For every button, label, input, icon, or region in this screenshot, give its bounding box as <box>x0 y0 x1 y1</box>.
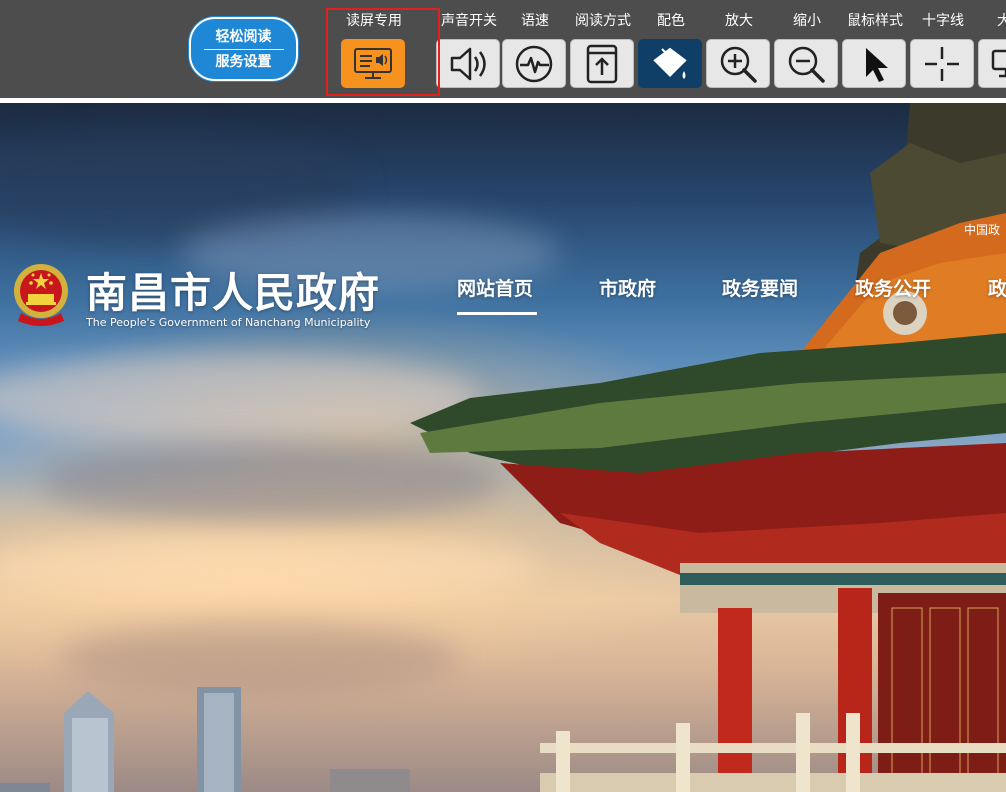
zoom-in-icon <box>720 46 757 83</box>
tool-zoom-in: 放大 <box>706 8 772 90</box>
speech-speed-button[interactable] <box>502 39 566 88</box>
nav-item-city-government[interactable]: 市政府 <box>599 274 656 301</box>
color-scheme-button[interactable] <box>638 39 702 88</box>
settings-divider <box>203 48 284 50</box>
reading-mode-icon <box>586 44 618 83</box>
large-text-icon <box>991 49 1006 77</box>
crosshair-button[interactable] <box>910 39 974 88</box>
site-title: 南昌市人民政府 <box>86 269 380 317</box>
top-link[interactable]: 中国政 <box>964 221 1000 238</box>
nav-active-underline <box>457 312 537 315</box>
tool-reading-mode: 阅读方式 <box>570 8 636 90</box>
tool-zoom-out: 缩小 <box>774 8 840 90</box>
hero-banner: 中国政 南昌市人民政府 The People's Government of N… <box>0 103 1006 792</box>
tool-color-scheme: 配色 <box>638 8 704 90</box>
accessibility-toolbar: 轻松阅读 服务设置 读屏专用 声音开关 语速 阅读方式 配色 放大 缩小 鼠标样… <box>0 0 1006 98</box>
tool-cursor-style: 鼠标样式 <box>842 8 908 90</box>
selected-tool-highlight <box>326 8 440 96</box>
reading-settings-button[interactable]: 轻松阅读 服务设置 <box>189 17 298 81</box>
cursor-icon <box>866 47 888 82</box>
color-bucket-icon <box>653 47 687 79</box>
settings-label-line1: 轻松阅读 <box>215 28 272 45</box>
cursor-style-button[interactable] <box>842 39 906 88</box>
tool-large-text: 大字 <box>978 8 1006 90</box>
tool-label-large-text: 大字 <box>997 13 1006 29</box>
zoom-in-button[interactable] <box>706 39 770 88</box>
nav-item-government-news[interactable]: 政务要闻 <box>722 274 798 301</box>
zoom-out-icon <box>788 46 825 83</box>
large-text-button[interactable] <box>978 39 1006 88</box>
crosshair-icon <box>925 46 959 81</box>
nav-item-more[interactable]: 政 <box>988 274 1006 301</box>
speech-speed-icon <box>515 45 553 82</box>
speaker-icon <box>450 47 486 80</box>
sound-toggle-button[interactable] <box>436 39 500 88</box>
tool-crosshair: 十字线 <box>910 8 976 90</box>
site-subtitle: The People's Government of Nanchang Muni… <box>86 316 371 329</box>
nav-item-home[interactable]: 网站首页 <box>457 274 533 301</box>
settings-label-line2: 服务设置 <box>215 53 272 70</box>
pavilion-image <box>410 103 1006 792</box>
national-emblem-icon <box>14 264 68 326</box>
zoom-out-button[interactable] <box>774 39 838 88</box>
nav-item-public-affairs[interactable]: 政务公开 <box>855 274 931 301</box>
reading-mode-button[interactable] <box>570 39 634 88</box>
tool-speech-speed: 语速 <box>502 8 568 90</box>
